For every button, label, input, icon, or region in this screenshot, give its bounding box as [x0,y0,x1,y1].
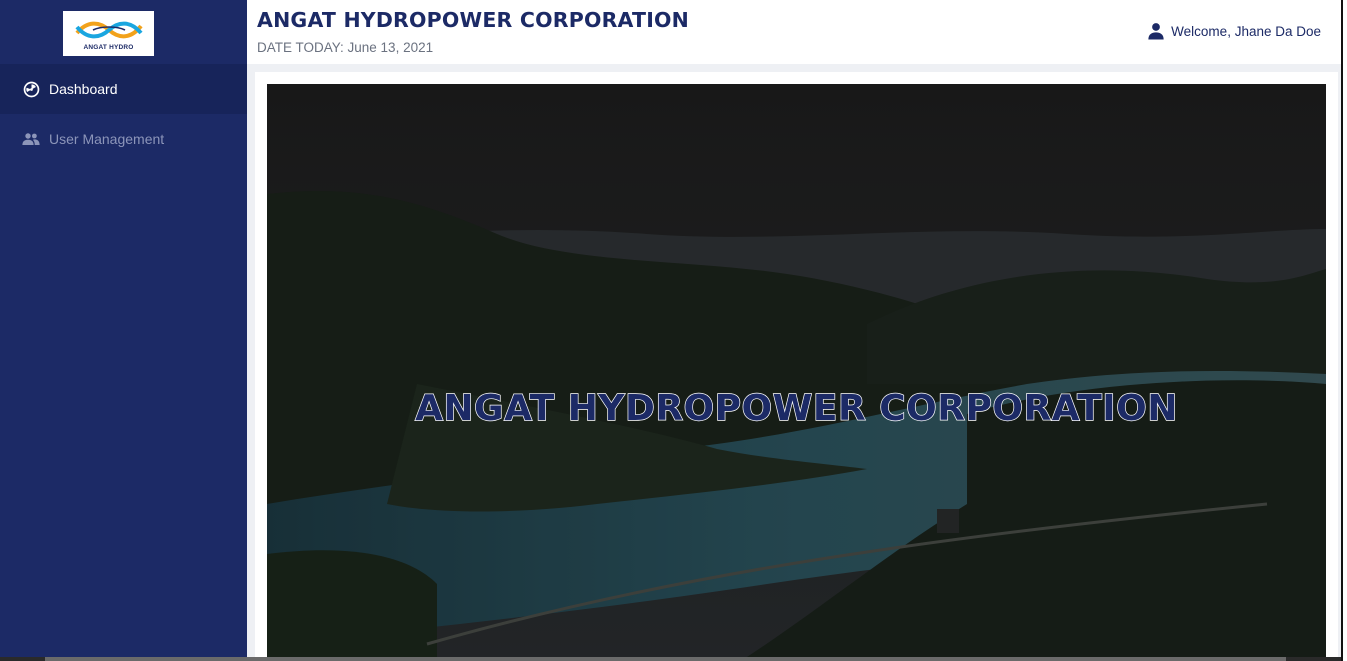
sidebar-item-dashboard[interactable]: Dashboard [0,64,247,114]
user-menu[interactable]: Welcome, Jhane Da Doe [1147,22,1321,40]
top-header: ANGAT HYDROPOWER CORPORATION DATE TODAY:… [247,0,1341,64]
hero-title: ANGAT HYDROPOWER CORPORATION [414,387,1178,429]
users-icon [22,130,40,148]
logo-text: ANGAT HYDRO [83,43,134,51]
sidebar-item-label: User Management [49,131,165,147]
dashboard-icon [22,80,40,98]
sidebar-item-user-management[interactable]: User Management [0,114,247,164]
sidebar-item-label: Dashboard [49,81,118,97]
sidebar: ANGAT HYDRO Dashboard User Management [0,0,247,661]
hero-landscape-image [267,84,1326,657]
window-edge-divider [1341,0,1343,661]
hero-banner: ANGAT HYDROPOWER CORPORATION [267,84,1326,657]
welcome-text: Welcome, Jhane Da Doe [1171,23,1321,39]
page-title: ANGAT HYDROPOWER CORPORATION [257,8,690,32]
user-icon [1147,22,1165,40]
date-today: DATE TODAY: June 13, 2021 [257,40,434,55]
company-logo[interactable]: ANGAT HYDRO [63,11,154,56]
horizontal-scrollbar-thumb[interactable] [45,657,1286,661]
angat-hydro-logo-icon [74,21,143,38]
